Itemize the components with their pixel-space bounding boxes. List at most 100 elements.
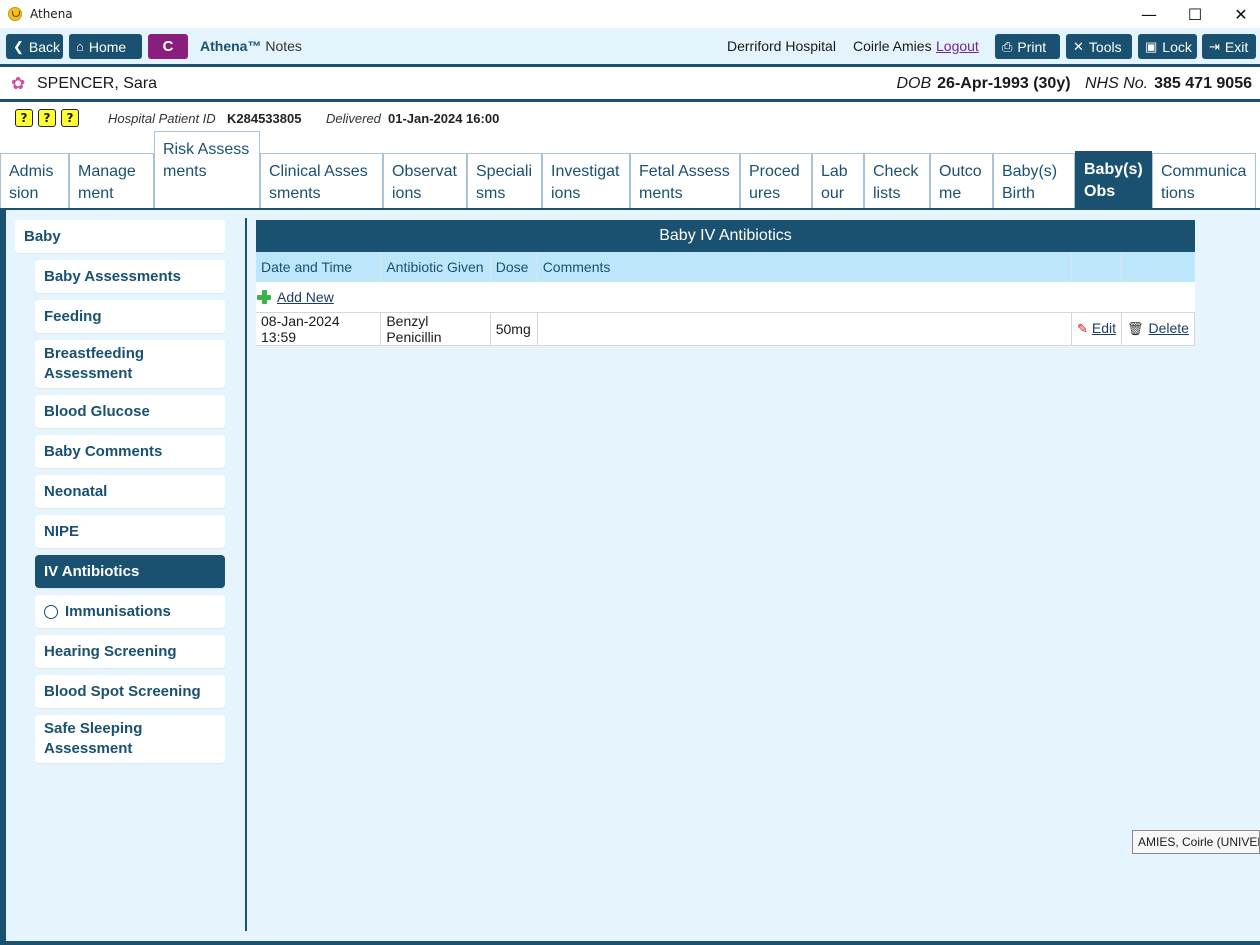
column-header-comments: Comments — [537, 252, 1072, 282]
tools-label: Tools — [1088, 38, 1122, 55]
tools-icon: ✕ — [1073, 38, 1084, 54]
sidebar-item-blood-glucose[interactable]: Blood Glucose — [35, 395, 225, 428]
delivered-value: 01-Jan-2024 16:00 — [388, 111, 500, 126]
delivered-label: Delivered — [326, 111, 381, 126]
edit-link[interactable]: Edit — [1092, 320, 1116, 336]
cell-antibiotic: Benzyl Penicillin — [380, 312, 491, 346]
chevron-left-icon: ❮ — [13, 38, 24, 54]
sidebar-item-nipe[interactable]: NIPE — [35, 515, 225, 548]
tab-admission[interactable]: Admission — [0, 153, 69, 208]
content-area: Baby Baby Assessments Feeding Breastfeed… — [6, 210, 1260, 941]
sidebar-item-hearing-screening[interactable]: Hearing Screening — [35, 635, 225, 668]
tab-outcome[interactable]: Outcome — [930, 153, 993, 208]
plus-icon[interactable] — [257, 289, 271, 304]
logout-link[interactable]: Logout — [936, 38, 979, 54]
add-new-link[interactable]: Add New — [277, 289, 334, 305]
print-label: Print — [1017, 38, 1047, 55]
product-title: Athena™ — [200, 38, 262, 54]
hospital-id-label: Hospital Patient ID — [108, 111, 216, 126]
patient-name: SPENCER, Sara — [37, 75, 158, 92]
tab-observations[interactable]: Observations — [383, 153, 467, 208]
user-tooltip: AMIES, Coirle (UNIVERS — [1132, 830, 1260, 854]
sidebar-item-neonatal[interactable]: Neonatal — [35, 475, 225, 508]
tab-babys-birth[interactable]: Baby(s) Birth — [993, 153, 1075, 208]
sidebar-divider — [245, 218, 247, 931]
tab-labour[interactable]: Labour — [812, 153, 864, 208]
tab-procedures[interactable]: Procedures — [740, 153, 812, 208]
hospital-name: Derriford Hospital — [727, 38, 836, 54]
product-name: Athena™ Notes — [200, 38, 302, 54]
tab-fetal-assessments[interactable]: Fetal Assessments — [630, 153, 740, 208]
incomplete-status-icon — [44, 604, 58, 619]
delete-link[interactable]: Delete — [1149, 320, 1189, 336]
trash-icon[interactable]: 🗑 — [1127, 321, 1144, 336]
tab-management[interactable]: Management — [69, 153, 154, 208]
athena-logo-icon — [8, 7, 22, 21]
printer-icon: ⎙ — [1002, 38, 1013, 54]
add-new-cell: Add New — [256, 282, 1195, 313]
cell-comments — [537, 312, 1072, 346]
column-header-date-time: Date and Time — [256, 252, 382, 282]
cell-delete: 🗑 Delete — [1121, 312, 1196, 346]
exit-icon: ⇥ — [1209, 38, 1220, 54]
column-header-delete — [1121, 252, 1196, 282]
sidebar-item-baby[interactable]: Baby — [15, 220, 225, 253]
sidebar-item-blood-spot-screening[interactable]: Blood Spot Screening — [35, 675, 225, 708]
panel-title: Baby IV Antibiotics — [256, 220, 1195, 252]
context-button[interactable]: C — [148, 34, 188, 59]
patient-banner: ✿ SPENCER, Sara DOB 26-Apr-1993 (30y) NHS… — [0, 67, 1260, 99]
back-button[interactable]: ❮ Back — [6, 34, 63, 59]
tab-clinical-assessments[interactable]: Clinical Assessments — [260, 153, 383, 208]
sidebar-item-immunisations[interactable]: Immunisations — [35, 595, 225, 628]
print-button[interactable]: ⎙ Print — [995, 34, 1060, 59]
tools-button[interactable]: ✕ Tools — [1066, 34, 1132, 59]
content-frame: Baby Baby Assessments Feeding Breastfeed… — [0, 208, 1260, 945]
back-label: Back — [28, 38, 61, 55]
cell-dose: 50mg — [490, 312, 538, 346]
tab-babys-obs[interactable]: Baby(s) Obs — [1075, 151, 1152, 208]
nhs-label: NHS No. — [1085, 75, 1149, 92]
tab-investigations[interactable]: Investigations — [542, 153, 630, 208]
home-button[interactable]: ⌂ Home — [69, 34, 142, 59]
dob-label: DOB — [896, 75, 932, 92]
product-suffix: Notes — [265, 38, 302, 54]
window-title-bar: Athena — ☐ ✕ — [0, 0, 1260, 28]
sidebar-item-feeding[interactable]: Feeding — [35, 300, 225, 333]
tab-communications[interactable]: Communications — [1152, 153, 1256, 208]
patient-identifiers: DOB 26-Apr-1993 (30y) NHS No. 385 471 9056 — [896, 75, 1252, 93]
sidebar-item-iv-antibiotics[interactable]: IV Antibiotics — [35, 555, 225, 588]
banner-divider — [0, 99, 1260, 102]
tab-risk-assessments[interactable]: Risk Assessments — [154, 131, 260, 208]
close-icon[interactable]: ✕ — [1218, 0, 1260, 28]
nhs-value: 385 471 9056 — [1154, 75, 1252, 92]
lock-icon: ▣ — [1145, 38, 1158, 54]
sidebar-item-safe-sleeping-assessment[interactable]: Safe Sleeping Assessment — [35, 715, 225, 763]
lock-button[interactable]: ▣ Lock — [1138, 34, 1197, 59]
section-tabs: Admission Management Risk Assessments Cl… — [0, 131, 1260, 208]
pencil-icon[interactable]: ✎ — [1077, 321, 1088, 336]
home-icon: ⌂ — [76, 39, 84, 54]
exit-button[interactable]: ⇥ Exit — [1202, 34, 1256, 59]
tab-checklists[interactable]: Checklists — [864, 153, 930, 208]
lock-label: Lock — [1162, 38, 1192, 55]
tab-specialisms[interactable]: Specialisms — [467, 153, 542, 208]
sidebar-item-baby-comments[interactable]: Baby Comments — [35, 435, 225, 468]
column-header-edit — [1071, 252, 1122, 282]
main-toolbar: ❮ Back ⌂ Home C Athena™ Notes Derriford … — [0, 28, 1260, 64]
add-new-row: Add New — [256, 282, 1195, 313]
patient-info-row: ? ? ? Hospital Patient ID K284533805 Del… — [0, 103, 1260, 131]
cell-edit: ✎ Edit — [1071, 312, 1122, 346]
minimize-icon[interactable]: — — [1126, 0, 1172, 28]
sidebar-item-baby-assessments[interactable]: Baby Assessments — [35, 260, 225, 293]
female-patient-icon: ✿ — [11, 74, 26, 94]
home-label: Home — [88, 38, 127, 55]
hospital-id-value: K284533805 — [227, 111, 302, 126]
alert-icon[interactable]: ? — [15, 109, 33, 127]
maximize-icon[interactable]: ☐ — [1172, 0, 1218, 28]
alert-icon[interactable]: ? — [38, 109, 56, 127]
cell-date-time: 08-Jan-2024 13:59 — [256, 312, 382, 346]
sidebar-item-label: Immunisations — [65, 602, 171, 620]
iv-antibiotics-panel: Baby IV Antibiotics Date and Time Antibi… — [256, 220, 1196, 346]
sidebar-item-breastfeeding-assessment[interactable]: Breastfeeding Assessment — [35, 340, 225, 388]
alert-icon[interactable]: ? — [61, 109, 79, 127]
